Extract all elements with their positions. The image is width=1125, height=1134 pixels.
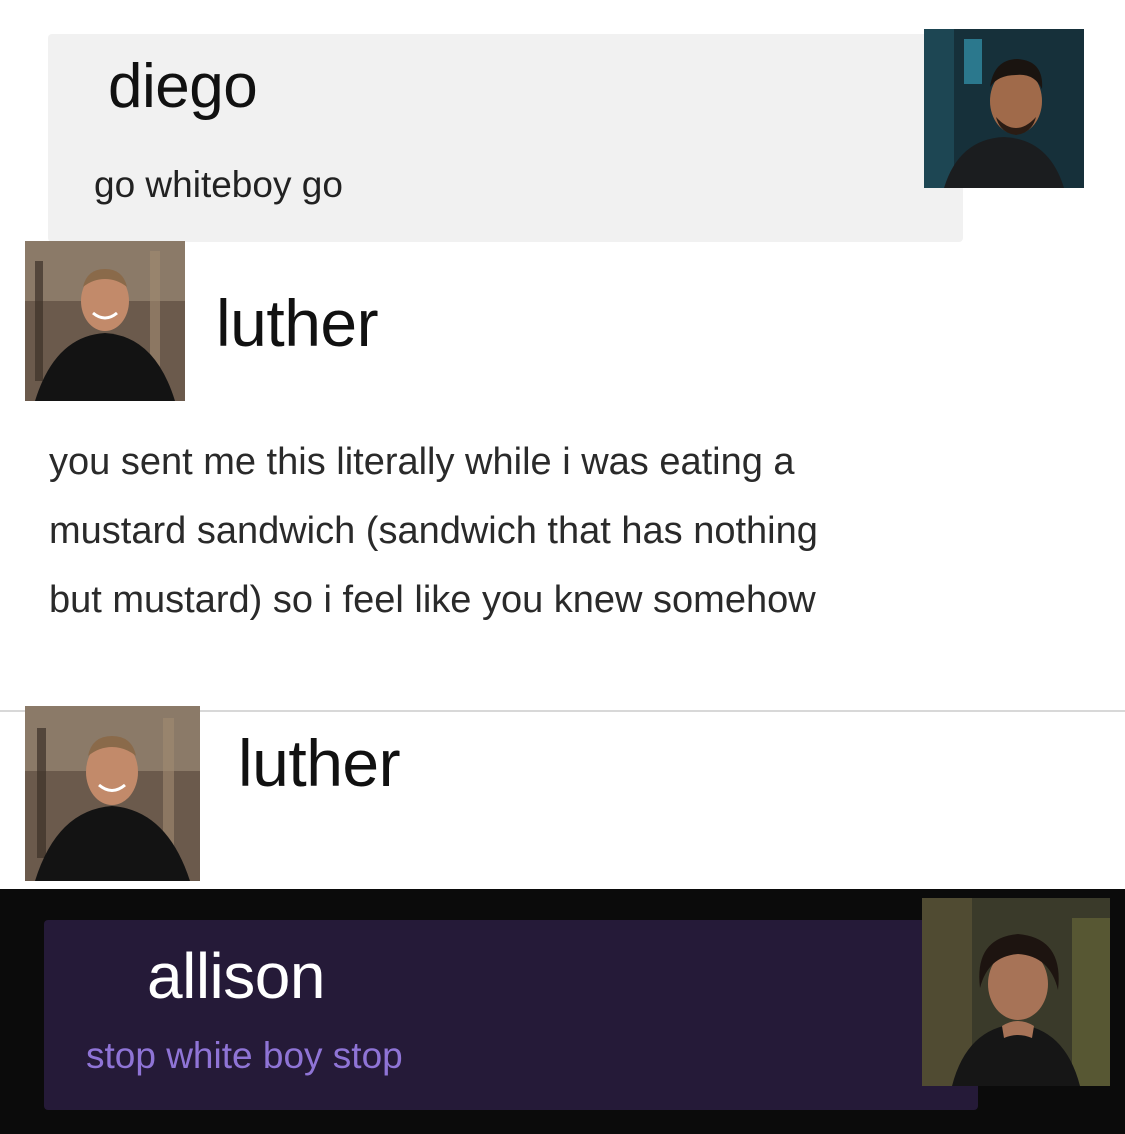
- luther-post-line: you sent me this literally while i was e…: [49, 441, 795, 483]
- luther-avatar[interactable]: [25, 241, 185, 401]
- diego-message-text: go whiteboy go: [94, 164, 343, 205]
- luther-post-line: but mustard) so i feel like you knew som…: [49, 579, 816, 621]
- luther-username[interactable]: luther: [216, 290, 379, 356]
- luther-post-text: you sent me this literally while i was e…: [49, 428, 1089, 635]
- luther-post-line: mustard sandwich (sandwich that has noth…: [49, 510, 818, 552]
- allison-message-text: stop white boy stop: [86, 1035, 403, 1076]
- diego-avatar[interactable]: [924, 29, 1084, 188]
- luther-username[interactable]: luther: [238, 730, 401, 796]
- meme-canvas: diego go whiteboy go luther you sent me …: [0, 0, 1125, 1134]
- allison-username[interactable]: allison: [147, 944, 325, 1008]
- diego-username[interactable]: diego: [108, 56, 258, 118]
- allison-avatar[interactable]: [922, 898, 1110, 1086]
- luther-avatar[interactable]: [25, 706, 200, 881]
